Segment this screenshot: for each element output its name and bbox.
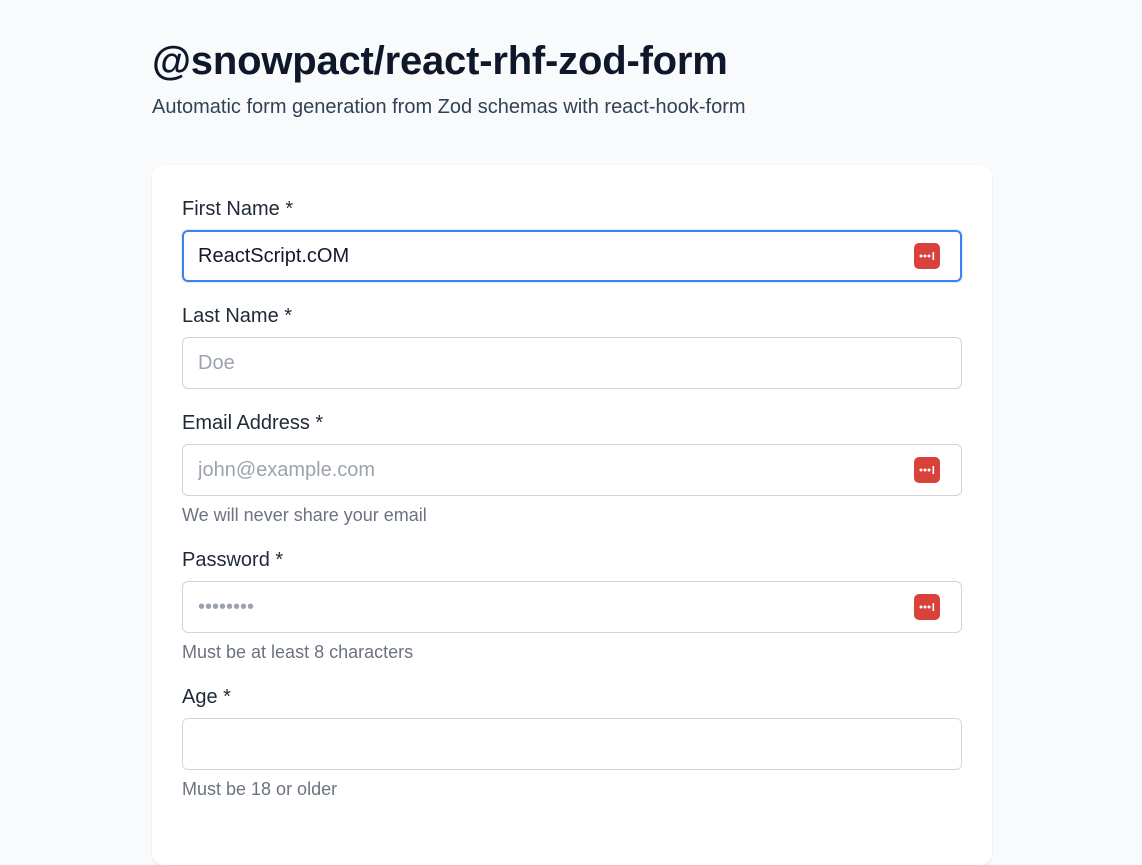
password-manager-icon[interactable] [914,243,940,269]
age-helper-text: Must be 18 or older [182,779,338,799]
email-input[interactable] [198,445,898,495]
email-input-wrapper [182,444,962,496]
page-subtitle: Automatic form generation from Zod schem… [152,96,746,118]
age-input-wrapper [182,718,962,770]
last-name-input[interactable] [198,338,898,388]
password-input[interactable] [198,582,898,632]
first-name-label: First Name * [182,198,294,220]
form-card: First Name * Last Name * Email Address * [152,165,992,865]
last-name-input-wrapper [182,337,962,389]
field-password: Password * Must be at least 8 characters [182,547,962,663]
page-title: @snowpact/react-rhf-zod-form [152,39,728,83]
email-label: Email Address * [182,412,324,434]
field-first-name: First Name * [182,196,962,282]
password-label: Password * [182,549,284,571]
field-age: Age * Must be 18 or older [182,684,962,800]
password-helper-text: Must be at least 8 characters [182,642,414,662]
email-helper-text: We will never share your email [182,505,427,525]
age-input[interactable] [198,719,898,769]
first-name-input[interactable] [198,232,898,280]
field-email: Email Address * We will never share your… [182,410,962,526]
password-manager-icon[interactable] [914,457,940,483]
password-input-wrapper [182,581,962,633]
password-manager-icon[interactable] [914,594,940,620]
age-label: Age * [182,686,231,708]
first-name-input-wrapper [182,230,962,282]
last-name-label: Last Name * [182,305,293,327]
field-last-name: Last Name * [182,303,962,389]
page-header: @snowpact/react-rhf-zod-form Automatic f… [152,36,992,120]
